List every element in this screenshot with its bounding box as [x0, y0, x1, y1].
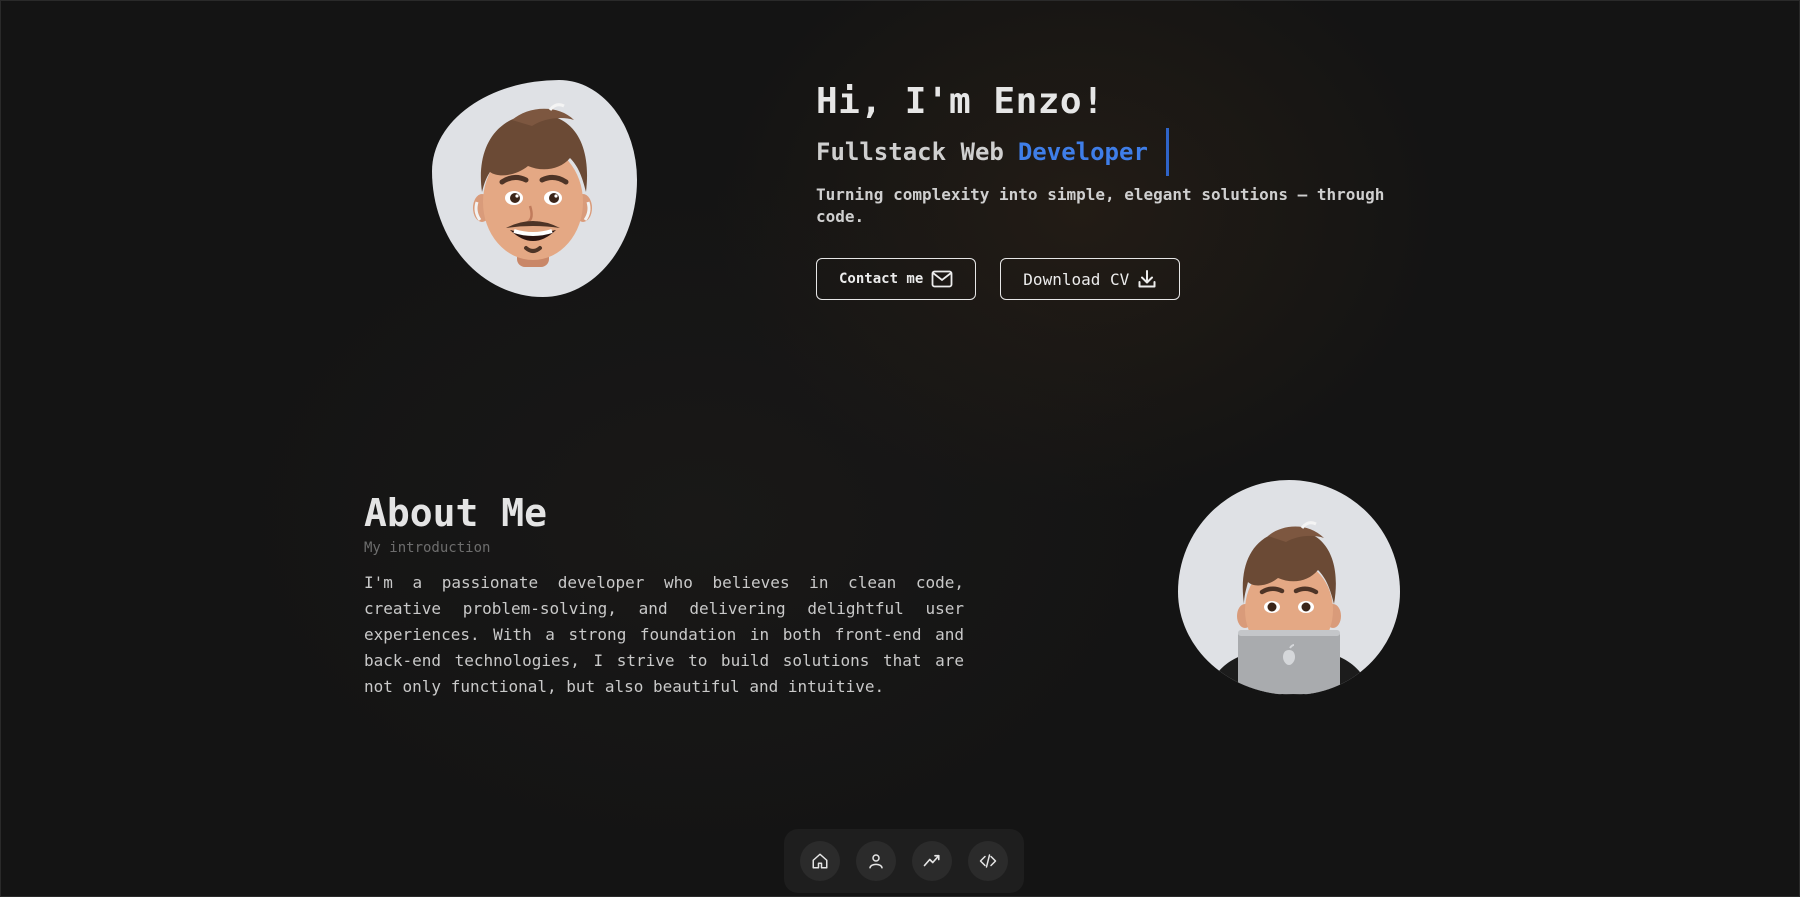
- nav-home-button[interactable]: [800, 841, 840, 881]
- memoji-laptop-avatar-icon: [1208, 521, 1370, 695]
- memoji-avatar-icon: [473, 103, 592, 267]
- bottom-nav: [784, 829, 1024, 893]
- hero-role: Fullstack Web Developer: [816, 128, 1436, 176]
- portfolio-page: Hi, I'm Enzo! Fullstack Web Developer Tu…: [0, 0, 1800, 897]
- nav-skills-button[interactable]: [912, 841, 952, 881]
- user-icon: [869, 854, 883, 869]
- download-icon: [1138, 270, 1156, 288]
- about-section: About Me My introduction I'm a passionat…: [364, 488, 964, 716]
- download-cv-label: Download CV: [1023, 269, 1130, 289]
- about-title: About Me: [364, 491, 548, 535]
- about-avatar: [1178, 480, 1400, 695]
- hero-role-prefix: Fullstack Web: [816, 138, 1004, 166]
- hero-role-highlight: Developer: [1017, 138, 1148, 166]
- about-body: I'm a passionate developer who believes …: [364, 573, 964, 696]
- hero-greeting: Hi, I'm Enzo!: [816, 81, 1105, 122]
- hero-tagline: Turning complexity into simple, elegant …: [816, 185, 1385, 226]
- hero-section: Hi, I'm Enzo! Fullstack Web Developer Tu…: [816, 78, 1436, 300]
- hero-avatar: [432, 80, 637, 297]
- nav-about-button[interactable]: [856, 841, 896, 881]
- contact-button[interactable]: Contact me: [816, 258, 977, 300]
- mail-icon: [931, 270, 953, 288]
- typing-cursor: [1165, 128, 1169, 176]
- trending-icon: [923, 854, 940, 867]
- about-subtitle: My introduction: [364, 540, 491, 556]
- download-cv-button[interactable]: Download CV: [1000, 258, 1181, 300]
- nav-projects-button[interactable]: [968, 841, 1008, 881]
- contact-button-label: Contact me: [839, 271, 924, 287]
- hero-buttons: Contact me Download CV: [816, 258, 1436, 300]
- home-icon: [812, 853, 828, 869]
- code-icon: [979, 854, 997, 868]
